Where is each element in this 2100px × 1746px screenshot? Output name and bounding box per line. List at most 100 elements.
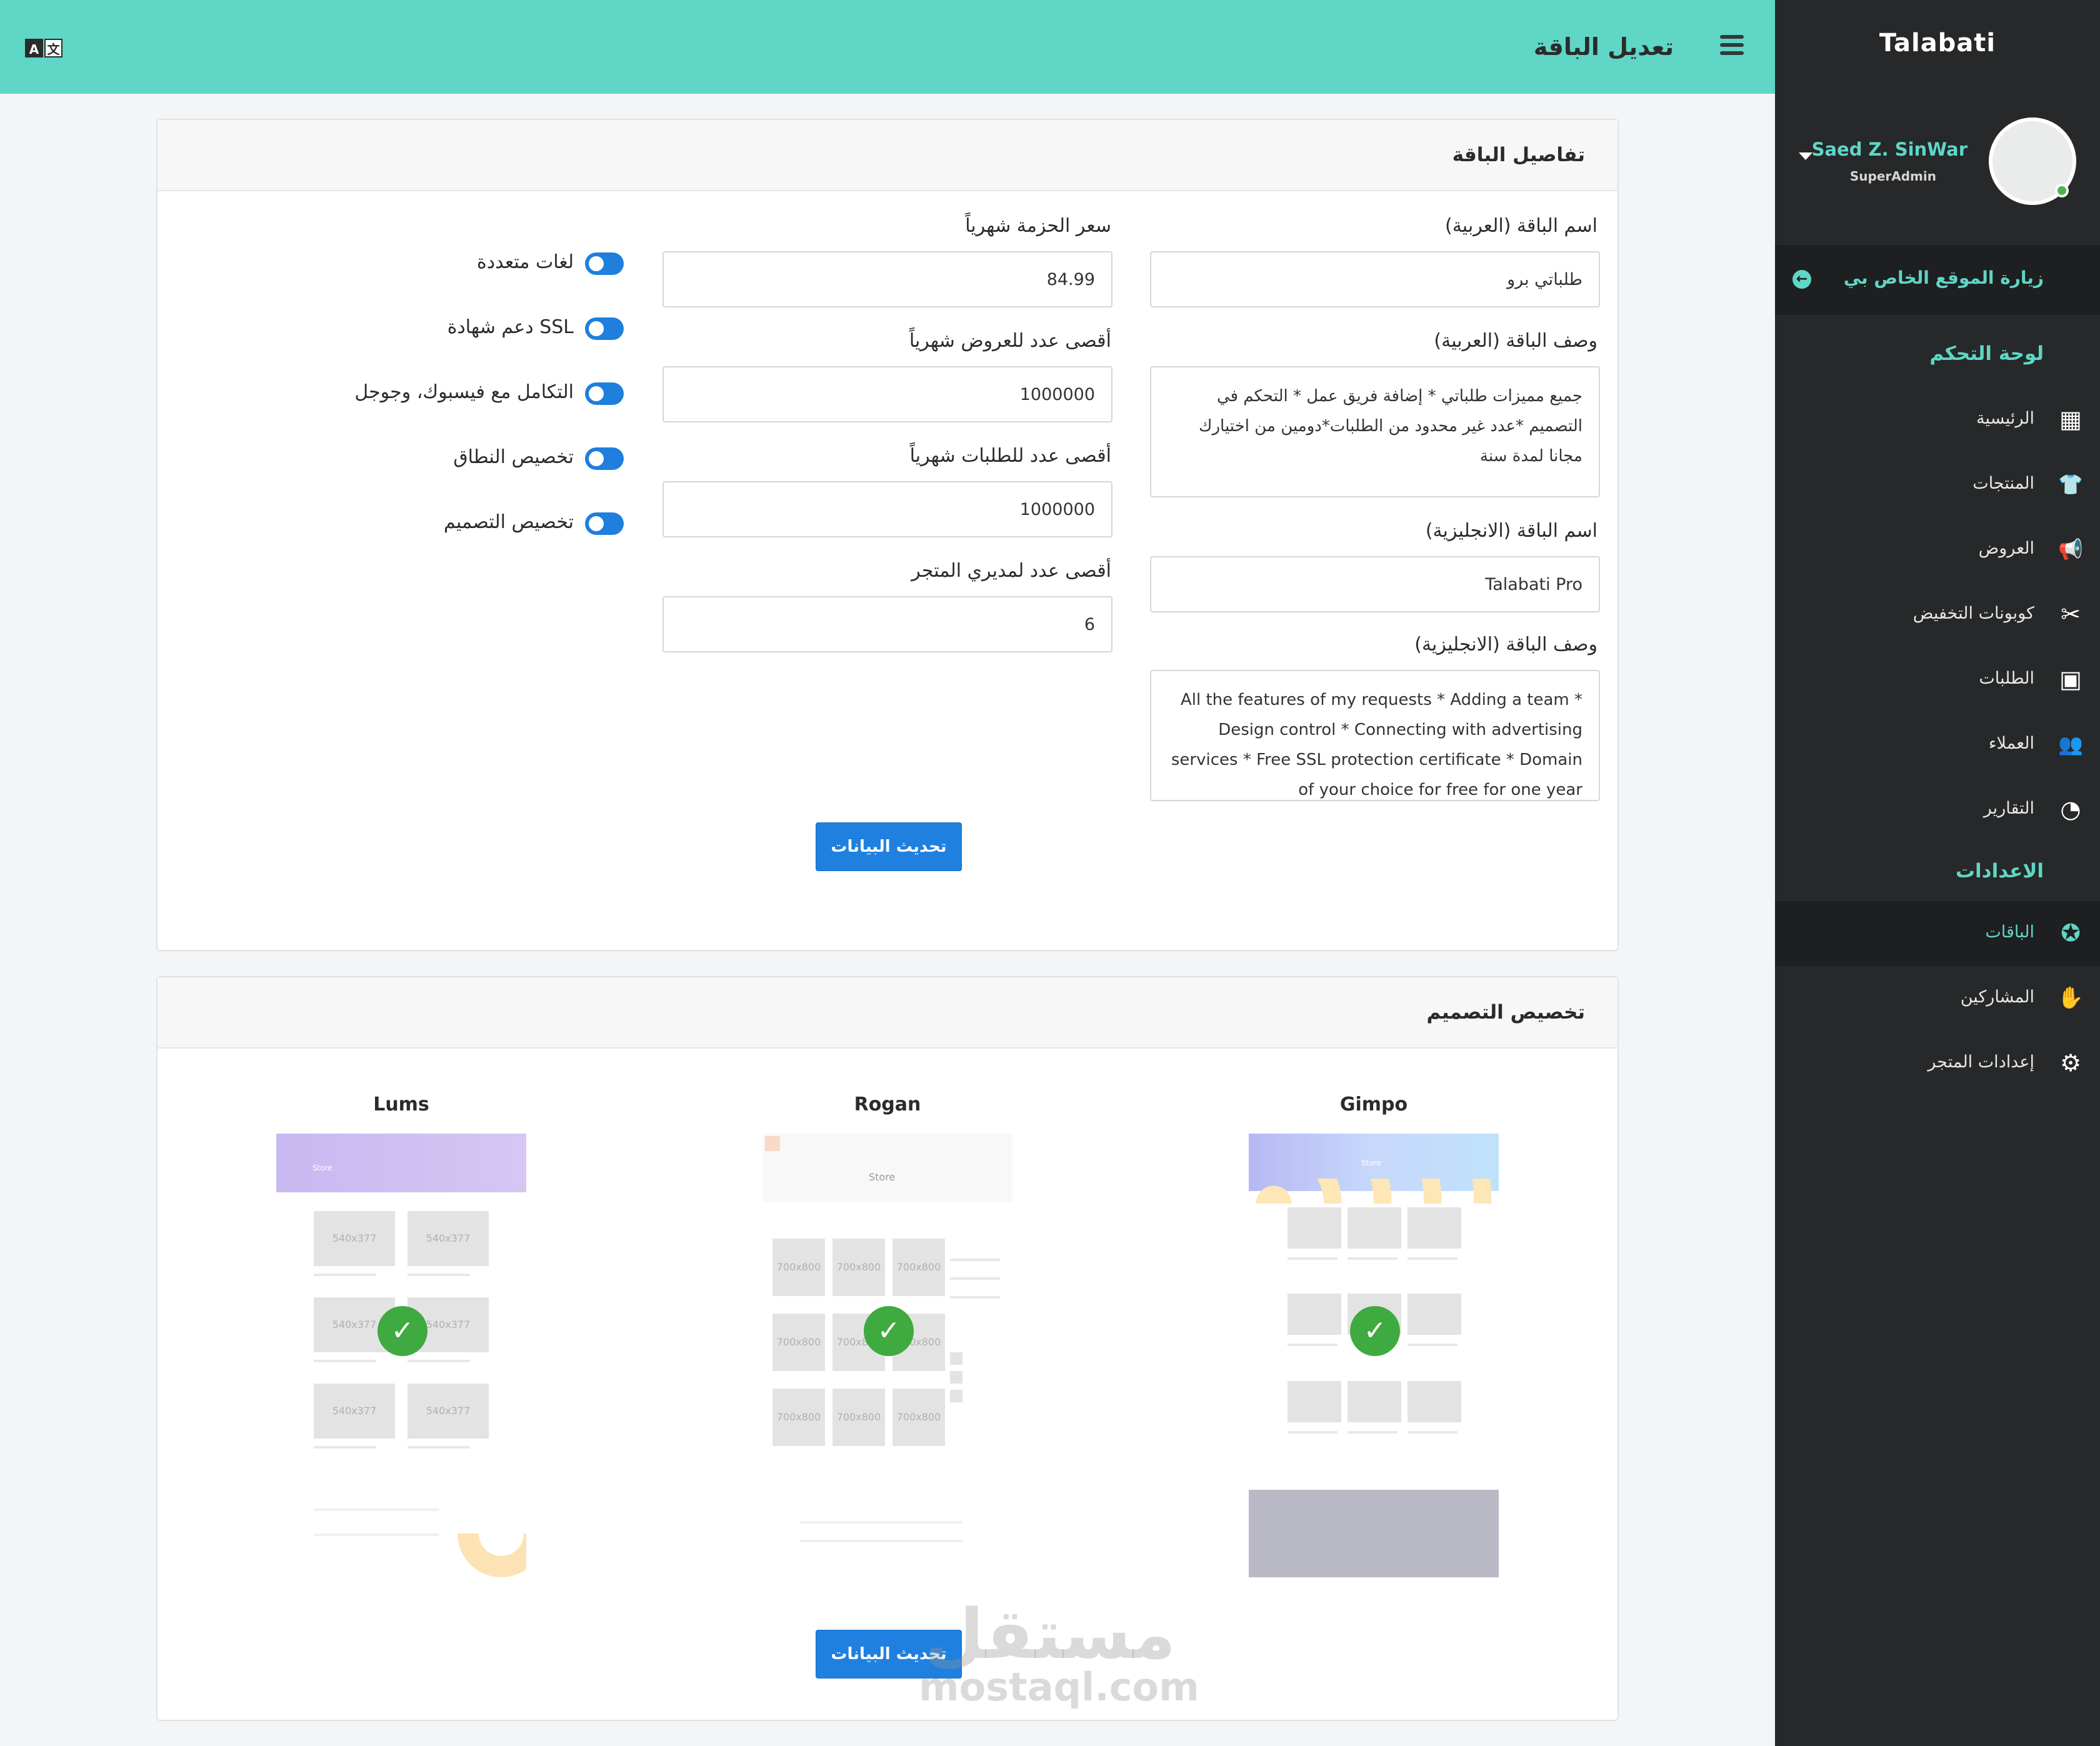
sidebar-item-label: إعدادات المتجر bbox=[1928, 1052, 2034, 1072]
social-integration-toggle[interactable] bbox=[585, 382, 624, 405]
name-en-input[interactable]: Talabati Pro bbox=[1150, 556, 1600, 612]
sidebar-item-home[interactable]: الرئيسية ▦ bbox=[1775, 387, 2100, 452]
image-placeholder: 700x800 bbox=[772, 1314, 825, 1371]
template-name: Rogan bbox=[854, 1094, 921, 1115]
price-input[interactable]: 84.99 bbox=[662, 251, 1112, 307]
toggle-row-domain[interactable]: تخصيص النطاق bbox=[249, 444, 624, 475]
toggle-row-multilang[interactable]: لغات متعددة bbox=[249, 249, 624, 280]
hand-icon: ✋ bbox=[2057, 985, 2084, 1010]
image-placeholder: 700x800 bbox=[772, 1239, 825, 1296]
toggle-row-social[interactable]: التكامل مع فيسبوك، وجوجل bbox=[249, 379, 624, 410]
sidebar-item-label: المنتجات bbox=[1972, 474, 2034, 493]
ssl-toggle[interactable] bbox=[585, 317, 624, 340]
section-settings: الاعدادات bbox=[1955, 860, 2044, 882]
award-icon: ✪ bbox=[2061, 919, 2081, 947]
sidebar-item-label: التقارير bbox=[1983, 799, 2034, 818]
template-preview[interactable]: Store ✓ bbox=[1249, 1134, 1499, 1577]
visit-site-label: زيارة الموقع الخاص بي bbox=[1843, 267, 2044, 288]
sidebar-item-label: الطلبات bbox=[1979, 669, 2034, 688]
max-managers-label: أقصى عدد لمديري المتجر bbox=[911, 560, 1111, 582]
image-placeholder: 540x377 bbox=[408, 1384, 489, 1439]
card-header: تفاصيل الباقة bbox=[158, 120, 1618, 191]
image-placeholder: 700x800 bbox=[832, 1239, 885, 1296]
update-details-button[interactable]: تحديث البيانات bbox=[816, 822, 962, 871]
sidebar-item-products[interactable]: المنتجات 👕 bbox=[1775, 452, 2100, 517]
user-profile[interactable]: Saed Z. SinWar SuperAdmin bbox=[1775, 117, 2100, 208]
image-placeholder: 540x377 bbox=[408, 1211, 489, 1266]
name-en-label: اسم الباقة (الانجليزية) bbox=[1425, 520, 1598, 542]
desc-en-textarea[interactable]: All the features of my requests * Adding… bbox=[1150, 670, 1600, 801]
card-title: تفاصيل الباقة bbox=[1452, 144, 1585, 166]
sidebar-item-customers[interactable]: العملاء 👥 bbox=[1775, 712, 2100, 777]
top-bar: تعديل الباقة A文 bbox=[0, 0, 1775, 94]
dashboard-icon: ▦ bbox=[2059, 406, 2082, 433]
toggle-label: تخصيص التصميم bbox=[444, 511, 574, 533]
toggle-label: التكامل مع فيسبوك، وجوجل bbox=[354, 381, 574, 403]
visit-site-link[interactable]: زيارة الموقع الخاص بي ← bbox=[1775, 245, 2100, 315]
multilang-toggle[interactable] bbox=[585, 252, 624, 275]
sidebar-item-coupons[interactable]: كوبونات التخفيض ✂ bbox=[1775, 582, 2100, 647]
max-offers-input[interactable]: 1000000 bbox=[662, 366, 1112, 422]
card-header: تخصيص التصميم bbox=[158, 977, 1618, 1049]
caret-down-icon[interactable] bbox=[1799, 152, 1812, 160]
gear-icon: ⚙ bbox=[2059, 1049, 2082, 1077]
hero-text: Store bbox=[312, 1164, 332, 1172]
sidebar: Talabati Saed Z. SinWar SuperAdmin زيارة… bbox=[1775, 0, 2100, 1746]
max-orders-input[interactable]: 1000000 bbox=[662, 481, 1112, 537]
watermark: مستقل mostaql.com bbox=[919, 1594, 1199, 1707]
sidebar-item-label: الرئيسية bbox=[1976, 409, 2034, 428]
design-customization-card: تخصيص التصميم Gimpo Store ✓ Rogan Store … bbox=[156, 976, 1619, 1721]
template-preview[interactable]: Store 700x800 700x800 700x800 700x800 70… bbox=[762, 1134, 1012, 1577]
brand-logo[interactable]: Talabati bbox=[1775, 29, 2100, 57]
design-toggle[interactable] bbox=[585, 512, 624, 535]
hamburger-menu-icon[interactable] bbox=[1720, 35, 1744, 56]
card-title: تخصيص التصميم bbox=[1426, 1001, 1585, 1024]
toggle-label: لغات متعددة bbox=[477, 251, 574, 273]
image-placeholder: 700x800 bbox=[892, 1389, 945, 1446]
pie-chart-icon: ◔ bbox=[2060, 796, 2081, 823]
price-label: سعر الحزمة شهرياً bbox=[965, 215, 1111, 237]
language-switch-icon[interactable]: A文 bbox=[25, 39, 64, 59]
users-icon: 👥 bbox=[2058, 732, 2083, 756]
hero-text: Store bbox=[1361, 1159, 1381, 1167]
lang-glyph-zh: 文 bbox=[44, 39, 62, 57]
toggle-label: دعم شهادة SSL bbox=[447, 316, 574, 338]
page-title: تعديل الباقة bbox=[1533, 33, 1674, 61]
sidebar-item-label: العملاء bbox=[1988, 734, 2034, 753]
image-placeholder: 540x377 bbox=[314, 1211, 395, 1266]
sidebar-item-subscribers[interactable]: المشاركين ✋ bbox=[1775, 966, 2100, 1031]
desc-ar-textarea[interactable]: جميع مميزات طلباتي * إضافة فريق عمل * ال… bbox=[1150, 366, 1600, 497]
max-managers-input[interactable]: 6 bbox=[662, 596, 1112, 652]
image-placeholder: 700x800 bbox=[772, 1389, 825, 1446]
template-name: Gimpo bbox=[1339, 1094, 1408, 1115]
name-ar-input[interactable]: طلباتي برو bbox=[1150, 251, 1600, 307]
sidebar-item-reports[interactable]: التقارير ◔ bbox=[1775, 777, 2100, 842]
toggle-row-ssl[interactable]: دعم شهادة SSL bbox=[249, 314, 624, 345]
arrow-left-circle-icon: ← bbox=[1792, 270, 1811, 289]
user-role: SuperAdmin bbox=[1849, 169, 1936, 184]
avatar[interactable] bbox=[1989, 117, 2076, 205]
selected-check-icon: ✓ bbox=[1350, 1306, 1400, 1356]
tshirt-icon: 👕 bbox=[2058, 472, 2083, 496]
box-icon: ▣ bbox=[2059, 666, 2082, 693]
watermark-arabic: مستقل bbox=[924, 1594, 1176, 1674]
template-name: Lums bbox=[373, 1094, 429, 1115]
template-preview[interactable]: Store 540x377 540x377 540x377 540x377 54… bbox=[276, 1134, 526, 1577]
desc-en-label: وصف الباقة (الانجليزية) bbox=[1414, 634, 1598, 656]
sidebar-item-label: العروض bbox=[1978, 539, 2034, 558]
desc-ar-label: وصف الباقة (العربية) bbox=[1434, 330, 1598, 352]
megaphone-icon: 📢 bbox=[2058, 537, 2083, 561]
toggle-row-design[interactable]: تخصيص التصميم bbox=[249, 509, 624, 540]
sidebar-item-store-settings[interactable]: إعدادات المتجر ⚙ bbox=[1775, 1031, 2100, 1096]
user-name: Saed Z. SinWar bbox=[1811, 139, 1968, 160]
section-dashboard: لوحة التحكم bbox=[1929, 342, 2044, 365]
image-placeholder: 540x377 bbox=[314, 1384, 395, 1439]
sidebar-item-packages[interactable]: الباقات ✪ bbox=[1775, 901, 2100, 966]
sidebar-item-orders[interactable]: الطلبات ▣ bbox=[1775, 647, 2100, 712]
sidebar-item-label: المشاركين bbox=[1960, 987, 2034, 1007]
sidebar-item-label: كوبونات التخفيض bbox=[1912, 604, 2034, 623]
package-details-card: تفاصيل الباقة اسم الباقة (العربية) طلبات… bbox=[156, 119, 1619, 951]
scissors-icon: ✂ bbox=[2061, 601, 2081, 628]
sidebar-item-offers[interactable]: العروض 📢 bbox=[1775, 517, 2100, 582]
domain-toggle[interactable] bbox=[585, 447, 624, 470]
